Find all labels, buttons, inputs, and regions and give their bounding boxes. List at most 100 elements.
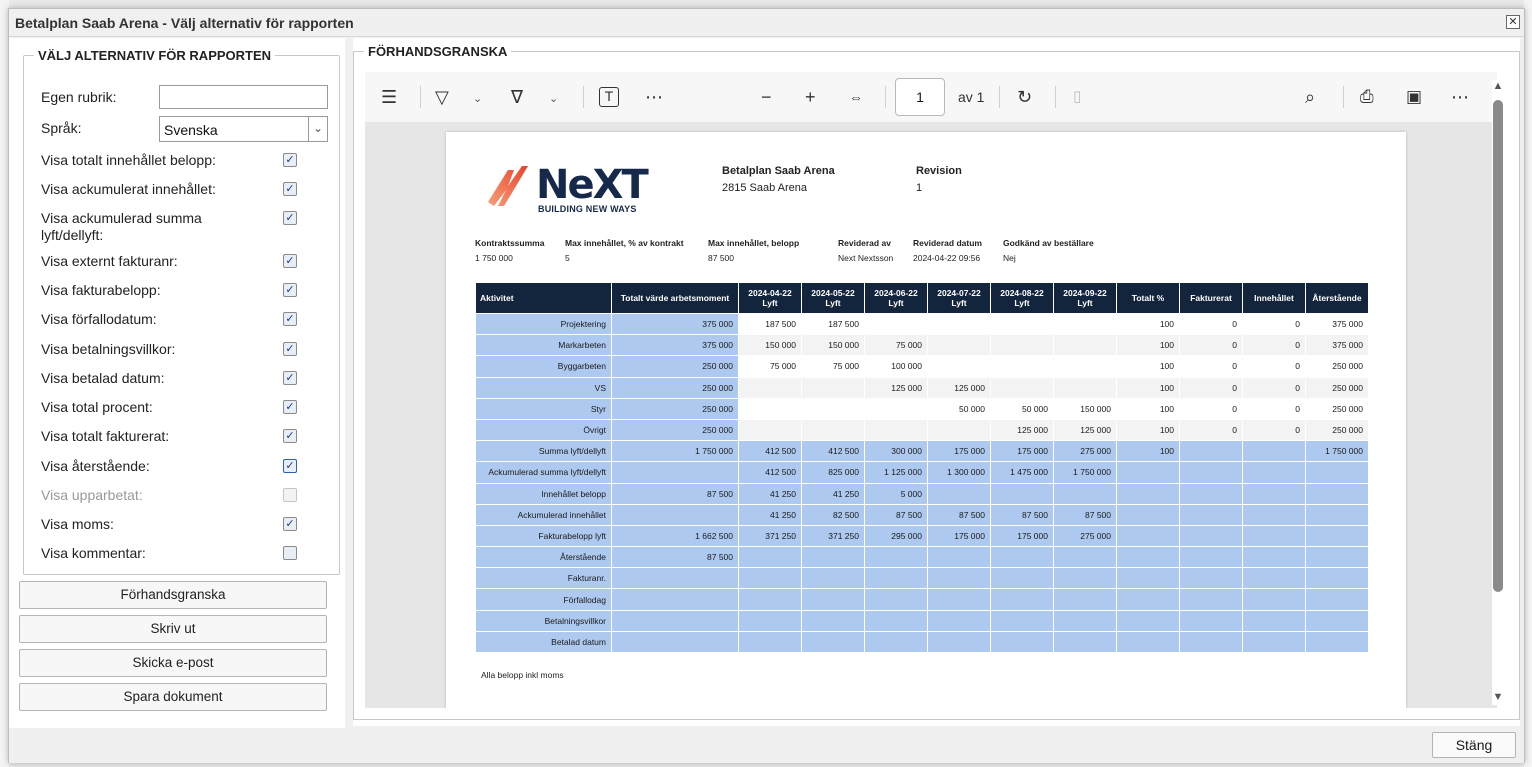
option-checkbox[interactable]: ✓ (283, 400, 297, 414)
table-cell: 187 500 (738, 312, 802, 336)
table-cell: 100 (1116, 334, 1180, 357)
table-cell (801, 609, 865, 632)
table-row: Projektering 375 000 187 500 187 500 100 0 0 37… (475, 312, 1369, 336)
toolbar-separator (885, 86, 886, 108)
print-icon[interactable]: ⎙ (1360, 85, 1374, 109)
chevron-down-icon[interactable]: ⌄ (549, 87, 558, 111)
option-label: Visa ackumulerat innehållet: (41, 181, 216, 197)
fit-page-icon[interactable]: ⇔ (849, 85, 863, 109)
option-checkbox[interactable] (283, 546, 297, 560)
table-cell (927, 312, 991, 336)
text-icon[interactable]: T (599, 87, 619, 107)
language-select[interactable]: Svenska (159, 116, 309, 142)
table-cell: 100 000 (864, 355, 928, 378)
table-cell: 1 475 000 (990, 461, 1054, 484)
pdf-toolbar: ☰ ▽ ⌄ ∇ ⌄ T ⋯ − + ⇔ 1 av 1 ↻ ▯ ⌕ ⎙ ▣ ⋯ (365, 72, 1497, 122)
pdf-page: NeXT BUILDING NEW WAYS Betalplan Saab Ar… (446, 132, 1406, 708)
option-checkbox[interactable]: ✓ (283, 371, 297, 385)
meta-value: 2024-04-22 09:56 (913, 253, 981, 263)
option-checkbox[interactable]: ✓ (283, 283, 297, 297)
table-row: Övrigt 250 000 125 000 125 000 100 0 0 250 000 (475, 418, 1369, 442)
table-cell: 0 (1242, 334, 1306, 357)
table-row: Styr 250 000 50 000 50 000 150 000 100 0 0 250 0… (475, 397, 1369, 420)
table-header: 2024-08-22 Lyft (990, 282, 1054, 314)
save-icon[interactable]: ▣ (1406, 85, 1422, 109)
option-checkbox[interactable]: ✓ (283, 153, 297, 167)
table-cell: 100 (1116, 418, 1180, 442)
table-cell: 250 000 (611, 418, 739, 442)
table-cell (1053, 355, 1117, 378)
email-button[interactable]: Skicka e-post (19, 649, 327, 677)
zoom-in-icon[interactable]: + (805, 85, 816, 109)
option-checkbox[interactable]: ✓ (283, 342, 297, 356)
more-icon[interactable]: ⋯ (1451, 85, 1469, 109)
option-checkbox[interactable]: ✓ (283, 312, 297, 326)
table-cell (990, 588, 1054, 611)
table-cell (1242, 588, 1306, 611)
option-checkbox[interactable]: ✓ (283, 429, 297, 443)
table-cell: 295 000 (864, 524, 928, 548)
print-button[interactable]: Skriv ut (19, 615, 327, 643)
custom-heading-input[interactable] (159, 85, 328, 109)
option-label: Visa totalt fakturerat: (41, 428, 170, 444)
preview-scrollbar[interactable]: ▲ ▼ (1492, 80, 1504, 705)
rotate-icon[interactable]: ↻ (1017, 85, 1032, 109)
option-checkbox[interactable]: ✓ (283, 182, 297, 196)
preview-button[interactable]: Förhandsgranska (19, 581, 327, 609)
table-row: Summa lyft/dellyft 1 750 000 412 500 412 50… (475, 440, 1369, 463)
scroll-thumb[interactable] (1493, 100, 1503, 592)
close-icon[interactable]: ✕ (1506, 15, 1520, 29)
table-cell: 100 (1116, 397, 1180, 420)
option-checkbox[interactable]: ✓ (283, 254, 297, 268)
meta-label: Kontraktssumma (475, 238, 545, 248)
table-cell: 75 000 (801, 355, 865, 378)
chevron-down-icon[interactable]: ⌄ (473, 87, 482, 111)
option-checkbox[interactable]: ✓ (283, 517, 297, 531)
more-icon[interactable]: ⋯ (645, 85, 663, 109)
table-cell (1053, 482, 1117, 505)
table-cell (1305, 630, 1369, 654)
table-header: 2024-04-22 Lyft (738, 282, 802, 314)
table-header: 2024-05-22 Lyft (801, 282, 865, 314)
custom-heading-label: Egen rubrik: (41, 89, 117, 105)
option-checkbox[interactable]: ✓ (283, 211, 297, 225)
table-cell (1242, 461, 1306, 484)
draw-icon[interactable]: ∇ (511, 85, 523, 109)
logo-tagline: BUILDING NEW WAYS (538, 204, 637, 214)
pdf-page-area[interactable]: NeXT BUILDING NEW WAYS Betalplan Saab Ar… (365, 122, 1497, 708)
table-cell: 0 (1242, 397, 1306, 420)
page-view-icon[interactable]: ▯ (1073, 85, 1081, 109)
table-cell: 0 (1242, 376, 1306, 399)
table-cell (1053, 630, 1117, 654)
table-cell: 175 000 (990, 440, 1054, 463)
table-row: Återstående 87 500 (475, 546, 1369, 569)
table-cell (1242, 524, 1306, 548)
scroll-up-icon[interactable]: ▲ (1492, 80, 1504, 94)
meta-label: Godkänd av beställare (1003, 238, 1094, 248)
save-document-button[interactable]: Spara dokument (19, 683, 327, 711)
table-row: Markarbeten 375 000 150 000 150 000 75 000 10… (475, 334, 1369, 357)
option-checkbox[interactable]: ✓ (283, 459, 297, 473)
close-button[interactable]: Stäng (1432, 732, 1516, 758)
table-cell: 187 500 (801, 312, 865, 336)
table-cell: 87 500 (611, 546, 739, 569)
zoom-out-icon[interactable]: − (761, 85, 772, 109)
table-cell: 50 000 (927, 397, 991, 420)
highlight-icon[interactable]: ▽ (435, 85, 449, 109)
contents-icon[interactable]: ☰ (381, 85, 397, 109)
scroll-down-icon[interactable]: ▼ (1492, 691, 1504, 705)
plan-title: Betalplan Saab Arena (722, 165, 835, 177)
table-row: Betalad datum (475, 630, 1369, 654)
chevron-down-icon[interactable]: ⌄ (308, 116, 328, 142)
table-cell: 75 000 (864, 334, 928, 357)
table-row: VS 250 000 125 000 125 000 100 0 0 250 000 (475, 376, 1369, 399)
table-cell (990, 546, 1054, 569)
table-cell: 412 500 (738, 440, 802, 463)
page-number-input[interactable]: 1 (895, 78, 945, 116)
table-cell: 825 000 (801, 461, 865, 484)
search-icon[interactable]: ⌕ (1305, 85, 1315, 109)
table-cell (990, 609, 1054, 632)
table-cell (1242, 440, 1306, 463)
table-row: Byggarbeten 250 000 75 000 75 000 100 000 100… (475, 355, 1369, 378)
table-cell (1305, 503, 1369, 526)
